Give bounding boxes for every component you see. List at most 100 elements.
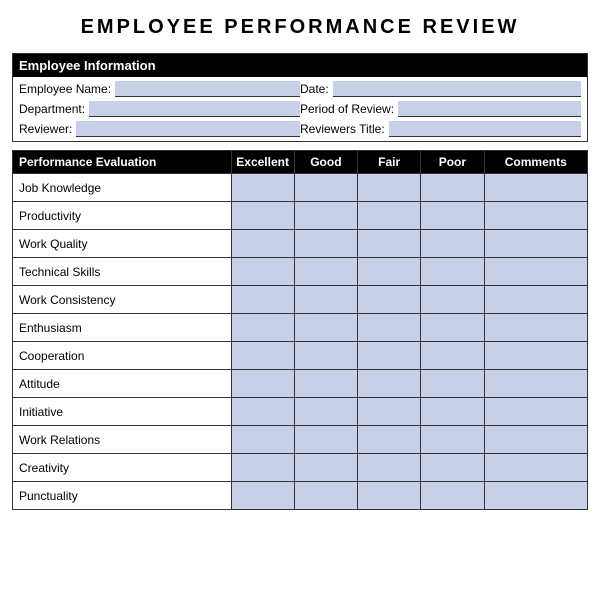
employee-name-row: Employee Name: (19, 81, 300, 97)
fair-cell[interactable] (358, 202, 421, 230)
page-container: EMPLOYEE PERFORMANCE REVIEW Employee Inf… (0, 0, 600, 520)
good-cell[interactable] (294, 258, 357, 286)
good-cell[interactable] (294, 398, 357, 426)
poor-cell[interactable] (421, 426, 484, 454)
period-label: Period of Review: (300, 102, 394, 116)
reviewers-title-input[interactable] (389, 121, 581, 137)
fair-cell[interactable] (358, 286, 421, 314)
header-excellent: Excellent (231, 151, 294, 174)
excellent-cell[interactable] (231, 454, 294, 482)
reviewer-input[interactable] (76, 121, 300, 137)
good-cell[interactable] (294, 454, 357, 482)
comments-cell[interactable] (484, 174, 588, 202)
excellent-cell[interactable] (231, 314, 294, 342)
good-cell[interactable] (294, 314, 357, 342)
header-category: Performance Evaluation (13, 151, 232, 174)
employee-info-section: Employee Information Employee Name: Date… (12, 53, 588, 142)
date-row: Date: (300, 81, 581, 97)
good-cell[interactable] (294, 342, 357, 370)
poor-cell[interactable] (421, 286, 484, 314)
excellent-cell[interactable] (231, 398, 294, 426)
reviewer-label: Reviewer: (19, 122, 72, 136)
poor-cell[interactable] (421, 454, 484, 482)
table-header-row: Performance Evaluation Excellent Good Fa… (13, 151, 588, 174)
poor-cell[interactable] (421, 314, 484, 342)
comments-cell[interactable] (484, 370, 588, 398)
good-cell[interactable] (294, 482, 357, 510)
period-input[interactable] (398, 101, 581, 117)
good-cell[interactable] (294, 202, 357, 230)
category-cell: Work Relations (13, 426, 232, 454)
excellent-cell[interactable] (231, 426, 294, 454)
comments-cell[interactable] (484, 426, 588, 454)
date-input[interactable] (333, 81, 581, 97)
category-cell: Technical Skills (13, 258, 232, 286)
header-comments: Comments (484, 151, 588, 174)
good-cell[interactable] (294, 286, 357, 314)
table-row: Work Quality (13, 230, 588, 258)
table-row: Productivity (13, 202, 588, 230)
comments-cell[interactable] (484, 342, 588, 370)
excellent-cell[interactable] (231, 342, 294, 370)
table-row: Punctuality (13, 482, 588, 510)
comments-cell[interactable] (484, 202, 588, 230)
evaluation-table: Performance Evaluation Excellent Good Fa… (12, 150, 588, 510)
comments-cell[interactable] (484, 454, 588, 482)
department-input[interactable] (89, 101, 300, 117)
category-cell: Enthusiasm (13, 314, 232, 342)
good-cell[interactable] (294, 426, 357, 454)
excellent-cell[interactable] (231, 482, 294, 510)
info-grid: Employee Name: Date: Department: Period … (13, 77, 587, 141)
table-row: Enthusiasm (13, 314, 588, 342)
category-cell: Initiative (13, 398, 232, 426)
header-fair: Fair (358, 151, 421, 174)
category-cell: Work Consistency (13, 286, 232, 314)
fair-cell[interactable] (358, 314, 421, 342)
category-cell: Work Quality (13, 230, 232, 258)
table-row: Attitude (13, 370, 588, 398)
comments-cell[interactable] (484, 398, 588, 426)
comments-cell[interactable] (484, 286, 588, 314)
category-cell: Creativity (13, 454, 232, 482)
good-cell[interactable] (294, 230, 357, 258)
fair-cell[interactable] (358, 230, 421, 258)
poor-cell[interactable] (421, 370, 484, 398)
fair-cell[interactable] (358, 482, 421, 510)
poor-cell[interactable] (421, 342, 484, 370)
fair-cell[interactable] (358, 258, 421, 286)
poor-cell[interactable] (421, 230, 484, 258)
reviewers-title-label: Reviewers Title: (300, 122, 385, 136)
excellent-cell[interactable] (231, 174, 294, 202)
comments-cell[interactable] (484, 482, 588, 510)
fair-cell[interactable] (358, 370, 421, 398)
poor-cell[interactable] (421, 174, 484, 202)
good-cell[interactable] (294, 174, 357, 202)
employee-name-input[interactable] (115, 81, 300, 97)
excellent-cell[interactable] (231, 230, 294, 258)
good-cell[interactable] (294, 370, 357, 398)
comments-cell[interactable] (484, 314, 588, 342)
date-label: Date: (300, 82, 329, 96)
category-cell: Productivity (13, 202, 232, 230)
comments-cell[interactable] (484, 258, 588, 286)
comments-cell[interactable] (484, 230, 588, 258)
poor-cell[interactable] (421, 258, 484, 286)
excellent-cell[interactable] (231, 370, 294, 398)
excellent-cell[interactable] (231, 258, 294, 286)
employee-name-label: Employee Name: (19, 82, 111, 96)
fair-cell[interactable] (358, 174, 421, 202)
fair-cell[interactable] (358, 398, 421, 426)
fair-cell[interactable] (358, 454, 421, 482)
fair-cell[interactable] (358, 342, 421, 370)
category-cell: Attitude (13, 370, 232, 398)
poor-cell[interactable] (421, 202, 484, 230)
table-row: Technical Skills (13, 258, 588, 286)
department-label: Department: (19, 102, 85, 116)
excellent-cell[interactable] (231, 202, 294, 230)
poor-cell[interactable] (421, 398, 484, 426)
excellent-cell[interactable] (231, 286, 294, 314)
header-good: Good (294, 151, 357, 174)
category-cell: Job Knowledge (13, 174, 232, 202)
poor-cell[interactable] (421, 482, 484, 510)
fair-cell[interactable] (358, 426, 421, 454)
